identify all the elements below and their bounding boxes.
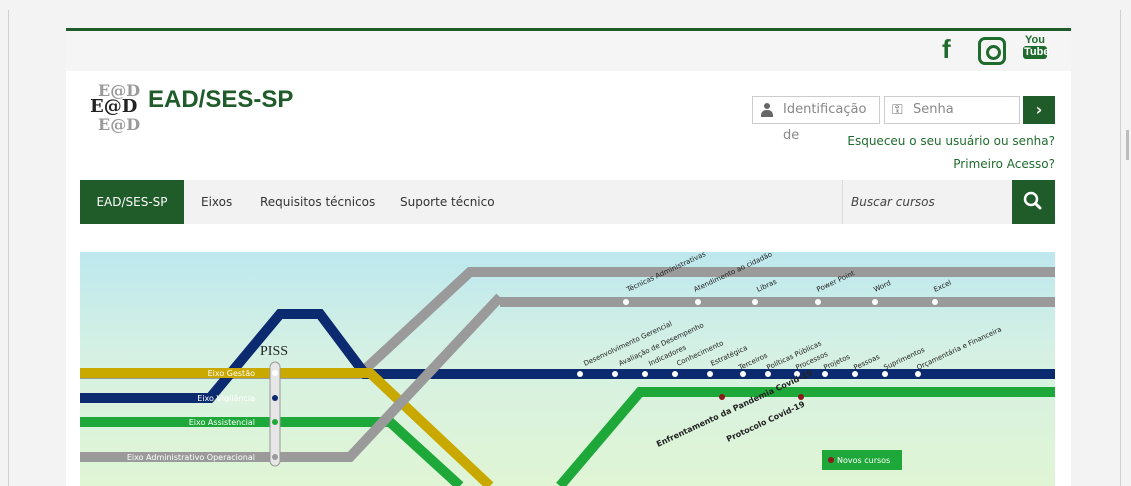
piss-label: PISS (260, 344, 288, 359)
stop-excel: Excel (932, 279, 952, 294)
site-title[interactable]: EAD/SES-SP (148, 86, 293, 114)
axis-label-administrativo: Eixo Administrativo Operacional (127, 453, 255, 462)
stop-libras: Libras (755, 277, 778, 293)
stop-marker-covid-1 (719, 394, 725, 400)
hub-stop-administrativo (272, 454, 278, 460)
nav-item-home[interactable]: EAD/SES-SP (80, 180, 184, 224)
youtube-icon-bottom: Tube (1023, 46, 1050, 59)
site-header: E@D E@D E@D EAD/SES-SP Identificação de … (66, 71, 1071, 181)
login-submit-button[interactable]: › (1023, 96, 1055, 124)
course-search-input[interactable]: Buscar cursos (842, 180, 1012, 224)
stop-pessoas: Pessoas (852, 353, 881, 372)
line-assistencial-right (556, 387, 1055, 486)
logo-mark-echo-bottom: E@D (98, 115, 141, 134)
stop-word: Word (872, 279, 892, 294)
course-map-banner: PISS Eixo Gestão Eixo Vigilância Eixo As… (80, 252, 1055, 486)
user-icon (761, 103, 773, 117)
axis-label-gestao: Eixo Gestão (208, 369, 256, 378)
facebook-icon[interactable]: f (942, 34, 951, 65)
axis-label-assistencial: Eixo Assistencial (189, 418, 255, 427)
page-container: f You Tube E@D E@D E@D EAD/SES-SP Identi… (66, 28, 1071, 486)
social-bar: f You Tube (66, 28, 1071, 71)
youtube-icon-top: You (1025, 34, 1045, 46)
logo-mark-main: E@D (90, 96, 138, 117)
first-access-link[interactable]: Primeiro Acesso? (953, 157, 1055, 171)
scrollbar-thumb[interactable] (1126, 130, 1129, 160)
new-courses-dot (828, 457, 834, 463)
course-map: PISS Eixo Gestão Eixo Vigilância Eixo As… (80, 252, 1055, 486)
stop-marker-covid-2 (798, 394, 804, 400)
search-icon (1023, 191, 1042, 210)
nav-item-support[interactable]: Suporte técnico (400, 180, 495, 224)
nav-item-eixos[interactable]: Eixos (201, 180, 232, 224)
forgot-password-link[interactable]: Esqueceu o seu usuário ou senha? (847, 134, 1055, 148)
hub-stop-vigilancia (272, 395, 278, 401)
nav-item-requirements[interactable]: Requisitos técnicos (260, 180, 375, 224)
hub-stop-gestao (272, 370, 278, 376)
stop-orcamentaria: Orçamentária e Financeira (915, 325, 1002, 371)
frame-border-right (1120, 10, 1121, 486)
axis-label-vigilancia: Eixo Vigilância (197, 394, 255, 403)
logo-mark[interactable]: E@D E@D E@D (84, 79, 144, 139)
piss-hub (269, 361, 281, 467)
main-nav: EAD/SES-SP Eixos Requisitos técnicos Sup… (80, 180, 1055, 224)
youtube-icon[interactable]: You Tube (1023, 34, 1050, 59)
password-input[interactable]: Senha (884, 96, 1020, 124)
line-gestao (80, 368, 494, 486)
search-button[interactable] (1012, 180, 1055, 224)
hub-stop-assistencial (272, 419, 278, 425)
instagram-icon[interactable] (978, 37, 1006, 65)
line-top-gray (500, 297, 1055, 307)
new-courses-label: Novos cursos (837, 456, 890, 465)
frame-border-left (8, 10, 9, 486)
key-icon: ⚿ (892, 102, 903, 118)
